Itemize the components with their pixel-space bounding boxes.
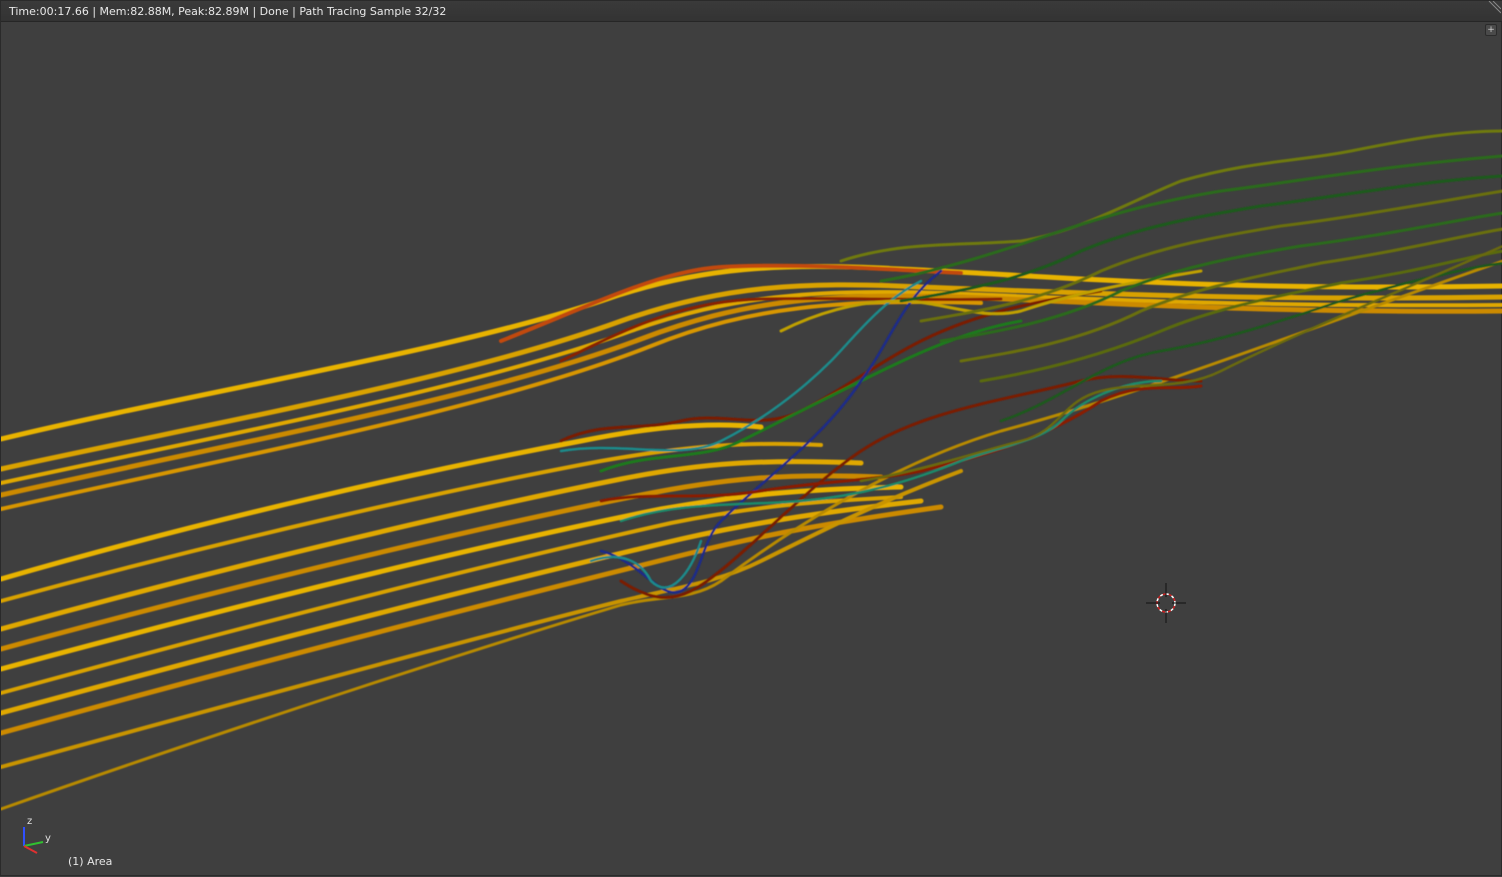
3d-cursor-icon [1146,583,1186,623]
axis-gizmo-icon: z y [23,816,51,854]
hair-strand [1,282,1502,472]
hair-strand [1,422,764,582]
hair-strand [1,293,1502,498]
hair-strand [839,129,1502,263]
hair-strand [619,375,1203,600]
axis-y-label: y [45,833,51,844]
hair-strand [599,319,1023,473]
active-object-label: (1) Area [68,855,113,868]
area-split-corner-icon[interactable] [1487,1,1501,15]
axis-z-label: z [27,816,32,827]
hair-strand [1,259,1502,811]
3d-viewport[interactable]: Time:00:17.66 | Mem:82.88M, Peak:82.89M … [0,0,1502,876]
render-status-text: Time:00:17.66 | Mem:82.88M, Peak:82.89M … [9,5,447,18]
viewport-header: Time:00:17.66 | Mem:82.88M, Peak:82.89M … [1,1,1502,22]
render-canvas[interactable] [1,1,1502,877]
toolshelf-toggle-button[interactable]: + [1485,24,1497,36]
